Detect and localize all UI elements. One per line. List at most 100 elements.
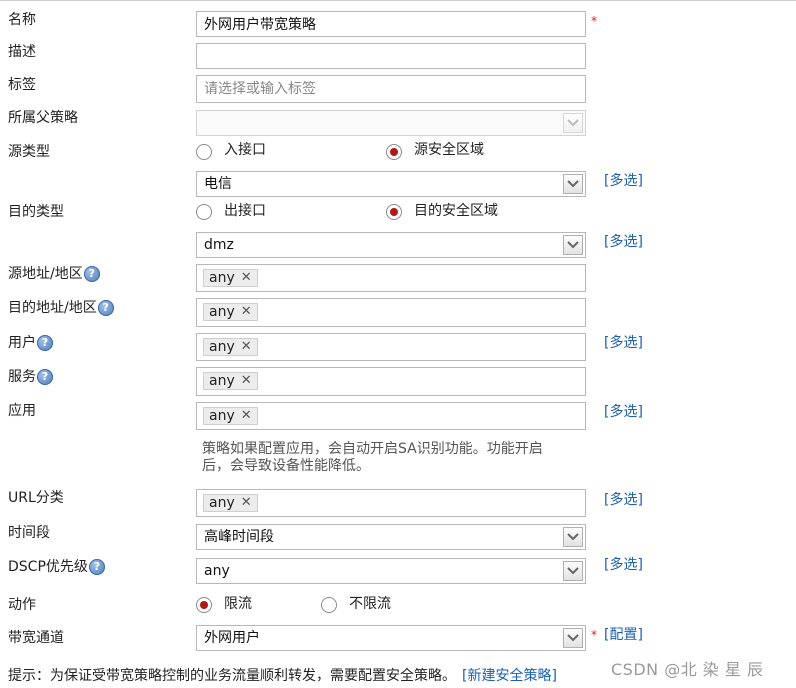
dest-address-input[interactable]: any ✕ — [196, 298, 586, 327]
bandwidth-channel-select[interactable]: 外网用户 — [196, 625, 586, 651]
dscp-label-text: DSCP优先级 — [8, 559, 88, 575]
source-zone-chevron-down-icon[interactable] — [563, 174, 583, 194]
time-range-select[interactable]: 高峰时间段 — [196, 524, 586, 550]
user-label-text: 用户 — [8, 335, 36, 351]
description-label: 描述 — [8, 42, 36, 62]
dest-address-label: 目的地址/地区? — [8, 298, 114, 318]
user-input[interactable]: any ✕ — [196, 333, 586, 361]
tags-label: 标签 — [8, 75, 36, 95]
action-label-text: 动作 — [8, 597, 36, 613]
source-zone-select[interactable]: 电信 — [196, 171, 586, 197]
user-tag-text: any — [209, 339, 235, 355]
dscp-select[interactable]: any — [196, 558, 586, 584]
dest-zone-value: dmz — [204, 237, 234, 253]
dest-zone-multi-select-link[interactable]: [多选] — [604, 232, 643, 252]
description-label-text: 描述 — [8, 44, 36, 60]
application-input[interactable]: any ✕ — [196, 402, 586, 430]
parent-policy-label: 所属父策略 — [8, 108, 78, 128]
name-input[interactable] — [196, 11, 586, 37]
source-address-tag: any ✕ — [203, 269, 258, 287]
new-security-policy-link[interactable]: [新建安全策略] — [462, 668, 557, 684]
service-tag-remove-icon[interactable]: ✕ — [241, 372, 252, 390]
dscp-help-icon[interactable]: ? — [88, 559, 105, 575]
source-type-radio-interface[interactable] — [196, 144, 212, 160]
bandwidth-channel-config-link[interactable]: [配置] — [604, 625, 643, 645]
user-multi-select-link[interactable]: [多选] — [604, 333, 643, 353]
dest-address-label-text: 目的地址/地区 — [8, 300, 97, 316]
application-tag-text: any — [209, 408, 235, 424]
user-label: 用户? — [8, 333, 53, 353]
bandwidth-channel-label: 带宽通道 — [8, 628, 64, 648]
source-type-option-zone[interactable]: 源安全区域 — [414, 140, 484, 160]
url-category-label-text: URL分类 — [8, 490, 64, 506]
action-option-no-limit[interactable]: 不限流 — [349, 594, 391, 614]
service-input[interactable]: any ✕ — [196, 367, 586, 396]
user-tag: any ✕ — [203, 338, 258, 356]
dest-address-tag-text: any — [209, 304, 235, 320]
name-label: 名称 — [8, 10, 36, 30]
url-category-multi-select-link[interactable]: [多选] — [604, 490, 643, 510]
source-zone-multi-select-link[interactable]: [多选] — [604, 171, 643, 191]
url-category-input[interactable]: any ✕ — [196, 489, 586, 517]
dest-zone-select[interactable]: dmz — [196, 232, 586, 258]
source-type-label-text: 源类型 — [8, 144, 50, 160]
dscp-multi-select-link[interactable]: [多选] — [604, 555, 643, 575]
application-label: 应用 — [8, 401, 36, 421]
tags-label-text: 标签 — [8, 77, 36, 93]
application-label-text: 应用 — [8, 403, 36, 419]
description-input[interactable] — [196, 43, 586, 69]
service-tag: any ✕ — [203, 372, 258, 390]
dest-zone-chevron-down-icon[interactable] — [563, 235, 583, 255]
security-policy-tip: 提示：为保证受带宽策略控制的业务流量顺利转发，需要配置安全策略。 [新建安全策略] — [8, 666, 557, 686]
security-policy-tip-text: 提示：为保证受带宽策略控制的业务流量顺利转发，需要配置安全策略。 — [8, 668, 456, 684]
time-range-chevron-down-icon[interactable] — [563, 527, 583, 547]
bandwidth-channel-required-mark: * — [591, 628, 597, 642]
tags-input-field[interactable] — [197, 76, 585, 102]
url-category-tag-text: any — [209, 495, 235, 511]
url-category-tag-remove-icon[interactable]: ✕ — [241, 494, 252, 512]
action-label: 动作 — [8, 595, 36, 615]
bandwidth-channel-chevron-down-icon[interactable] — [563, 628, 583, 648]
bandwidth-channel-value: 外网用户 — [204, 630, 260, 646]
dest-type-radio-zone[interactable] — [386, 204, 402, 220]
action-option-limit[interactable]: 限流 — [224, 594, 252, 614]
dest-type-radio-interface[interactable] — [196, 204, 212, 220]
dest-type-option-interface[interactable]: 出接口 — [224, 201, 266, 221]
source-type-label: 源类型 — [8, 142, 50, 162]
source-address-tag-remove-icon[interactable]: ✕ — [241, 269, 252, 287]
name-required-mark: * — [591, 14, 597, 28]
source-address-input[interactable]: any ✕ — [196, 264, 586, 292]
application-note-line-1: 策略如果配置应用，会自动开启SA识别功能。功能开启 — [202, 441, 543, 457]
user-help-icon[interactable]: ? — [37, 335, 53, 351]
tags-input[interactable] — [196, 75, 586, 103]
source-zone-value: 电信 — [204, 176, 232, 192]
dscp-label: DSCP优先级? — [8, 557, 105, 577]
dscp-value: any — [204, 563, 230, 579]
application-multi-select-link[interactable]: [多选] — [604, 402, 643, 422]
parent-policy-select[interactable] — [196, 110, 586, 136]
dest-address-tag-remove-icon[interactable]: ✕ — [241, 303, 252, 321]
source-address-help-icon[interactable]: ? — [83, 266, 100, 282]
service-label: 服务? — [8, 367, 53, 387]
time-range-label-text: 时间段 — [8, 525, 50, 541]
service-help-icon[interactable]: ? — [37, 369, 53, 385]
name-input-field[interactable] — [197, 12, 585, 36]
action-radio-no-limit[interactable] — [321, 597, 337, 613]
dest-address-help-icon[interactable]: ? — [97, 300, 114, 316]
application-tag-remove-icon[interactable]: ✕ — [241, 407, 252, 425]
parent-policy-chevron-down-icon[interactable] — [563, 113, 583, 133]
source-type-radio-zone[interactable] — [386, 144, 402, 160]
dest-type-option-zone[interactable]: 目的安全区域 — [414, 201, 498, 221]
source-type-option-interface[interactable]: 入接口 — [224, 140, 266, 160]
dscp-chevron-down-icon[interactable] — [563, 561, 583, 581]
application-note: 策略如果配置应用，会自动开启SA识别功能。功能开启 后，会导致设备性能降低。 — [202, 441, 582, 475]
service-tag-text: any — [209, 373, 235, 389]
source-address-label: 源地址/地区? — [8, 264, 100, 284]
action-radio-limit[interactable] — [196, 597, 212, 613]
description-input-field[interactable] — [197, 44, 585, 68]
url-category-tag: any ✕ — [203, 494, 258, 512]
user-tag-remove-icon[interactable]: ✕ — [241, 338, 252, 356]
application-note-line-2: 后，会导致设备性能降低。 — [202, 458, 370, 474]
source-address-tag-text: any — [209, 270, 235, 286]
dest-address-tag: any ✕ — [203, 303, 258, 321]
